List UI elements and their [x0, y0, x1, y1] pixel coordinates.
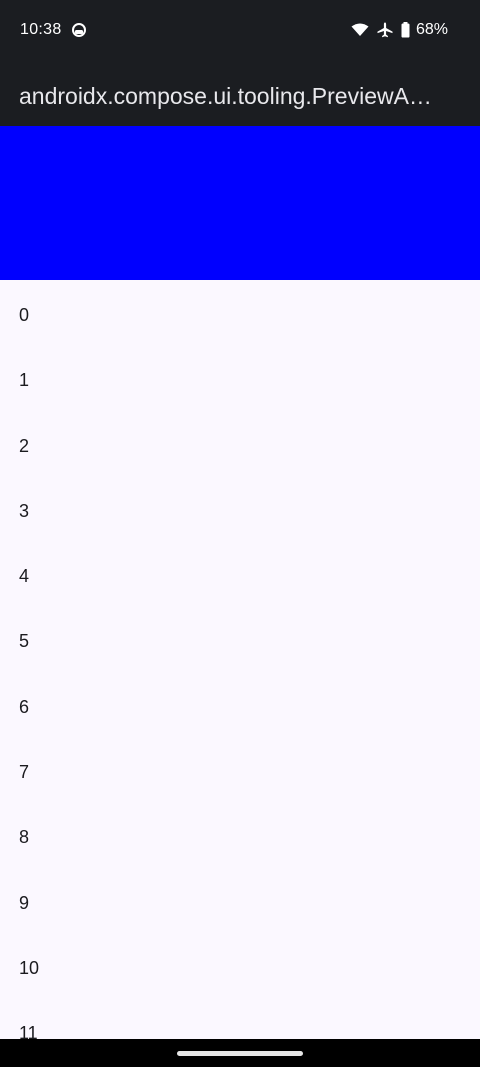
app-title: androidx.compose.ui.tooling.PreviewA…: [19, 83, 432, 109]
debug-face-icon: [72, 23, 86, 37]
screen: 10:38 68% androidx.compose.ui.tooling.Pr…: [0, 0, 480, 1067]
list-item: 9: [19, 892, 30, 913]
app-title-bar: androidx.compose.ui.tooling.PreviewA…: [0, 60, 480, 126]
list-item: 5: [19, 631, 30, 652]
list-item: 11: [19, 1023, 38, 1039]
list-item: 1: [19, 370, 30, 391]
battery-percent: 68%: [415, 21, 448, 38]
gesture-handle[interactable]: [177, 1051, 303, 1056]
airplane-icon: [377, 22, 393, 38]
list-item: 3: [19, 500, 30, 521]
list-item: 6: [19, 696, 30, 717]
list-item: 0: [19, 305, 30, 325]
status-icons: 68%: [351, 20, 448, 40]
wifi-icon: [351, 23, 369, 37]
list-item: 7: [19, 762, 30, 783]
battery-icon: [401, 22, 410, 38]
list-item: 8: [19, 827, 30, 848]
navigation-bar: [0, 1039, 480, 1067]
blue-header-box: [0, 126, 480, 280]
list-item: 10: [19, 957, 40, 978]
status-bar: 10:38 68%: [0, 0, 480, 60]
number-list[interactable]: 0 1 2 3 4 5 6 7 8 9 10 11: [0, 280, 480, 1039]
status-time: 10:38: [20, 21, 62, 38]
list-item: 4: [19, 566, 30, 587]
list-item: 2: [19, 435, 30, 456]
